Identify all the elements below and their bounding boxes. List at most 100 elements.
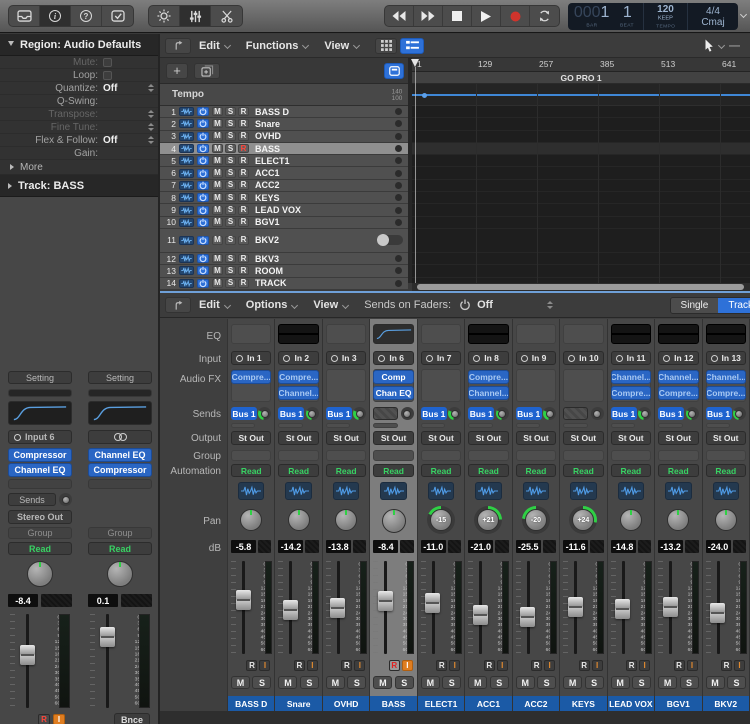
solo-button[interactable]: S: [300, 676, 319, 689]
mute-button[interactable]: M: [658, 676, 677, 689]
region-header[interactable]: Region: Audio Defaults: [0, 34, 158, 56]
mute-button[interactable]: M: [326, 676, 345, 689]
track-solo-button[interactable]: S: [225, 266, 236, 275]
send-level-knob[interactable]: [733, 407, 746, 420]
record-enable-button[interactable]: R: [38, 714, 50, 724]
input-monitor-button[interactable]: I: [259, 660, 270, 671]
record-enable-button[interactable]: R: [341, 660, 352, 671]
fader-cap[interactable]: [663, 597, 678, 617]
track-record-button[interactable]: R: [238, 236, 249, 245]
track-record-button[interactable]: R: [238, 254, 249, 263]
input-button[interactable]: In 6: [373, 351, 413, 365]
timeline-track-lane[interactable]: [412, 180, 750, 192]
track-row[interactable]: 11MSRBKV2: [160, 229, 408, 253]
pan-knob[interactable]: [24, 558, 56, 590]
volume-fader[interactable]: 0 –3 –6 –9 –12 –15 –18 –21 –24 –30 –35 –…: [658, 559, 699, 656]
mute-button[interactable]: M: [421, 676, 440, 689]
input-button[interactable]: In 13: [706, 351, 746, 365]
automation-mode-button[interactable]: Read: [326, 464, 366, 477]
lcd-tempo[interactable]: 120 KEEP TEMPO: [644, 3, 688, 30]
rewind-button[interactable]: [385, 6, 414, 26]
track-record-button[interactable]: R: [238, 156, 249, 165]
track-header[interactable]: Track: BASS: [0, 175, 158, 197]
mute-button[interactable]: M: [373, 676, 392, 689]
view-single-button[interactable]: Single: [671, 298, 719, 313]
channel-name[interactable]: Snare: [275, 696, 321, 712]
param-stepper[interactable]: [148, 84, 154, 92]
automation-mode-button[interactable]: Read: [468, 464, 508, 477]
volume-db-value[interactable]: -5.8: [231, 540, 256, 553]
group-slot[interactable]: [421, 450, 461, 461]
bounce-button[interactable]: Bnce: [114, 713, 150, 724]
input-monitor-button[interactable]: I: [734, 660, 745, 671]
channel-name[interactable]: OVHD: [323, 696, 369, 712]
solo-button[interactable]: S: [585, 676, 604, 689]
track-power-button[interactable]: [197, 144, 209, 153]
audio-fx-slot[interactable]: Channel...: [706, 370, 746, 384]
eq-display[interactable]: [231, 324, 271, 344]
audio-fx-slot[interactable]: Chan EQ: [373, 386, 413, 400]
audio-fx-slot[interactable]: Channel...: [658, 370, 698, 384]
audio-fx-slot[interactable]: Comp: [373, 370, 413, 384]
group-slot[interactable]: [278, 450, 318, 461]
region-more[interactable]: More: [0, 160, 158, 175]
output-button[interactable]: St Out: [326, 431, 366, 445]
mixer-strip[interactable]: In 6CompChan EQSt OutRead-8.40 –3 –6 –9 …: [370, 319, 417, 724]
track-mute-button[interactable]: M: [212, 119, 223, 128]
audio-fx-slot[interactable]: Compre...: [706, 386, 746, 400]
track-record-button[interactable]: R: [238, 193, 249, 202]
track-mute-button[interactable]: M: [212, 206, 223, 215]
track-record-button[interactable]: R: [238, 169, 249, 178]
pan-knob[interactable]: [104, 558, 136, 590]
output-button[interactable]: St Out: [231, 431, 271, 445]
group-slot[interactable]: [231, 450, 271, 461]
fader-cap[interactable]: [473, 605, 488, 625]
record-enable-button[interactable]: R: [579, 660, 590, 671]
timeline-track-lane[interactable]: [412, 167, 750, 179]
send-level-knob[interactable]: [306, 407, 319, 420]
eq-display[interactable]: [326, 324, 366, 344]
track-type-waveform-button[interactable]: [285, 482, 311, 500]
track-mute-button[interactable]: M: [212, 279, 223, 288]
forward-button[interactable]: [414, 6, 443, 26]
input-button[interactable]: Input 6: [8, 430, 72, 444]
track-record-button[interactable]: R: [238, 107, 249, 116]
volume-db-value[interactable]: -8.4: [8, 594, 38, 607]
output-button[interactable]: Stereo Out: [8, 510, 72, 524]
track-power-button[interactable]: [197, 266, 209, 275]
pan-knob[interactable]: -20: [522, 506, 550, 534]
pan-knob[interactable]: [237, 506, 265, 534]
horizontal-scrollbar[interactable]: [417, 284, 744, 290]
track-row[interactable]: 8MSRKEYS: [160, 192, 408, 204]
volume-fader[interactable]: 0 –3 –6 –9 –12 –15 –18 –21 –24 –30 –35 –…: [231, 559, 272, 656]
audio-fx-slot[interactable]: Channel...: [611, 370, 651, 384]
send-bus-button[interactable]: Bus 1: [421, 407, 447, 420]
controls-button[interactable]: [149, 6, 180, 26]
track-record-button[interactable]: R: [238, 144, 249, 153]
channel-name[interactable]: KEYS: [560, 696, 606, 712]
fader-cap[interactable]: [283, 600, 298, 620]
fader-cap[interactable]: [236, 590, 251, 610]
volume-db-value[interactable]: -21.0: [468, 540, 493, 553]
pointer-tool-icon[interactable]: [704, 39, 714, 52]
input-monitor-button[interactable]: I: [53, 714, 65, 724]
automation-mode-button[interactable]: Read: [231, 464, 271, 477]
mute-button[interactable]: M: [611, 676, 630, 689]
volume-db-value[interactable]: -24.0: [706, 540, 731, 553]
cut-button[interactable]: [211, 6, 242, 26]
send-level-knob[interactable]: [59, 493, 72, 506]
volume-fader[interactable]: 0 –3 –6 –9 –12 –15 –18 –21 –24 –30 –35 –…: [326, 559, 367, 656]
mixer-strip[interactable]: In 13Channel...Compre...Bus 1St OutRead-…: [703, 319, 750, 724]
input-button[interactable]: In 2: [278, 351, 318, 365]
input-monitor-button[interactable]: I: [497, 660, 508, 671]
volume-fader[interactable]: 0 –3 –6 –9 –12 –15 –18 –21 –24 –30 –35 –…: [468, 559, 509, 656]
track-solo-button[interactable]: S: [225, 193, 236, 202]
input-button[interactable]: In 7: [421, 351, 461, 365]
send-bus-button[interactable]: Bus 1: [278, 407, 304, 420]
input-button[interactable]: In 11: [611, 351, 651, 365]
track-solo-button[interactable]: S: [225, 254, 236, 263]
record-enable-button[interactable]: R: [626, 660, 637, 671]
output-button[interactable]: St Out: [468, 431, 508, 445]
eq-display[interactable]: [278, 324, 318, 344]
send-level-knob[interactable]: [591, 407, 604, 420]
